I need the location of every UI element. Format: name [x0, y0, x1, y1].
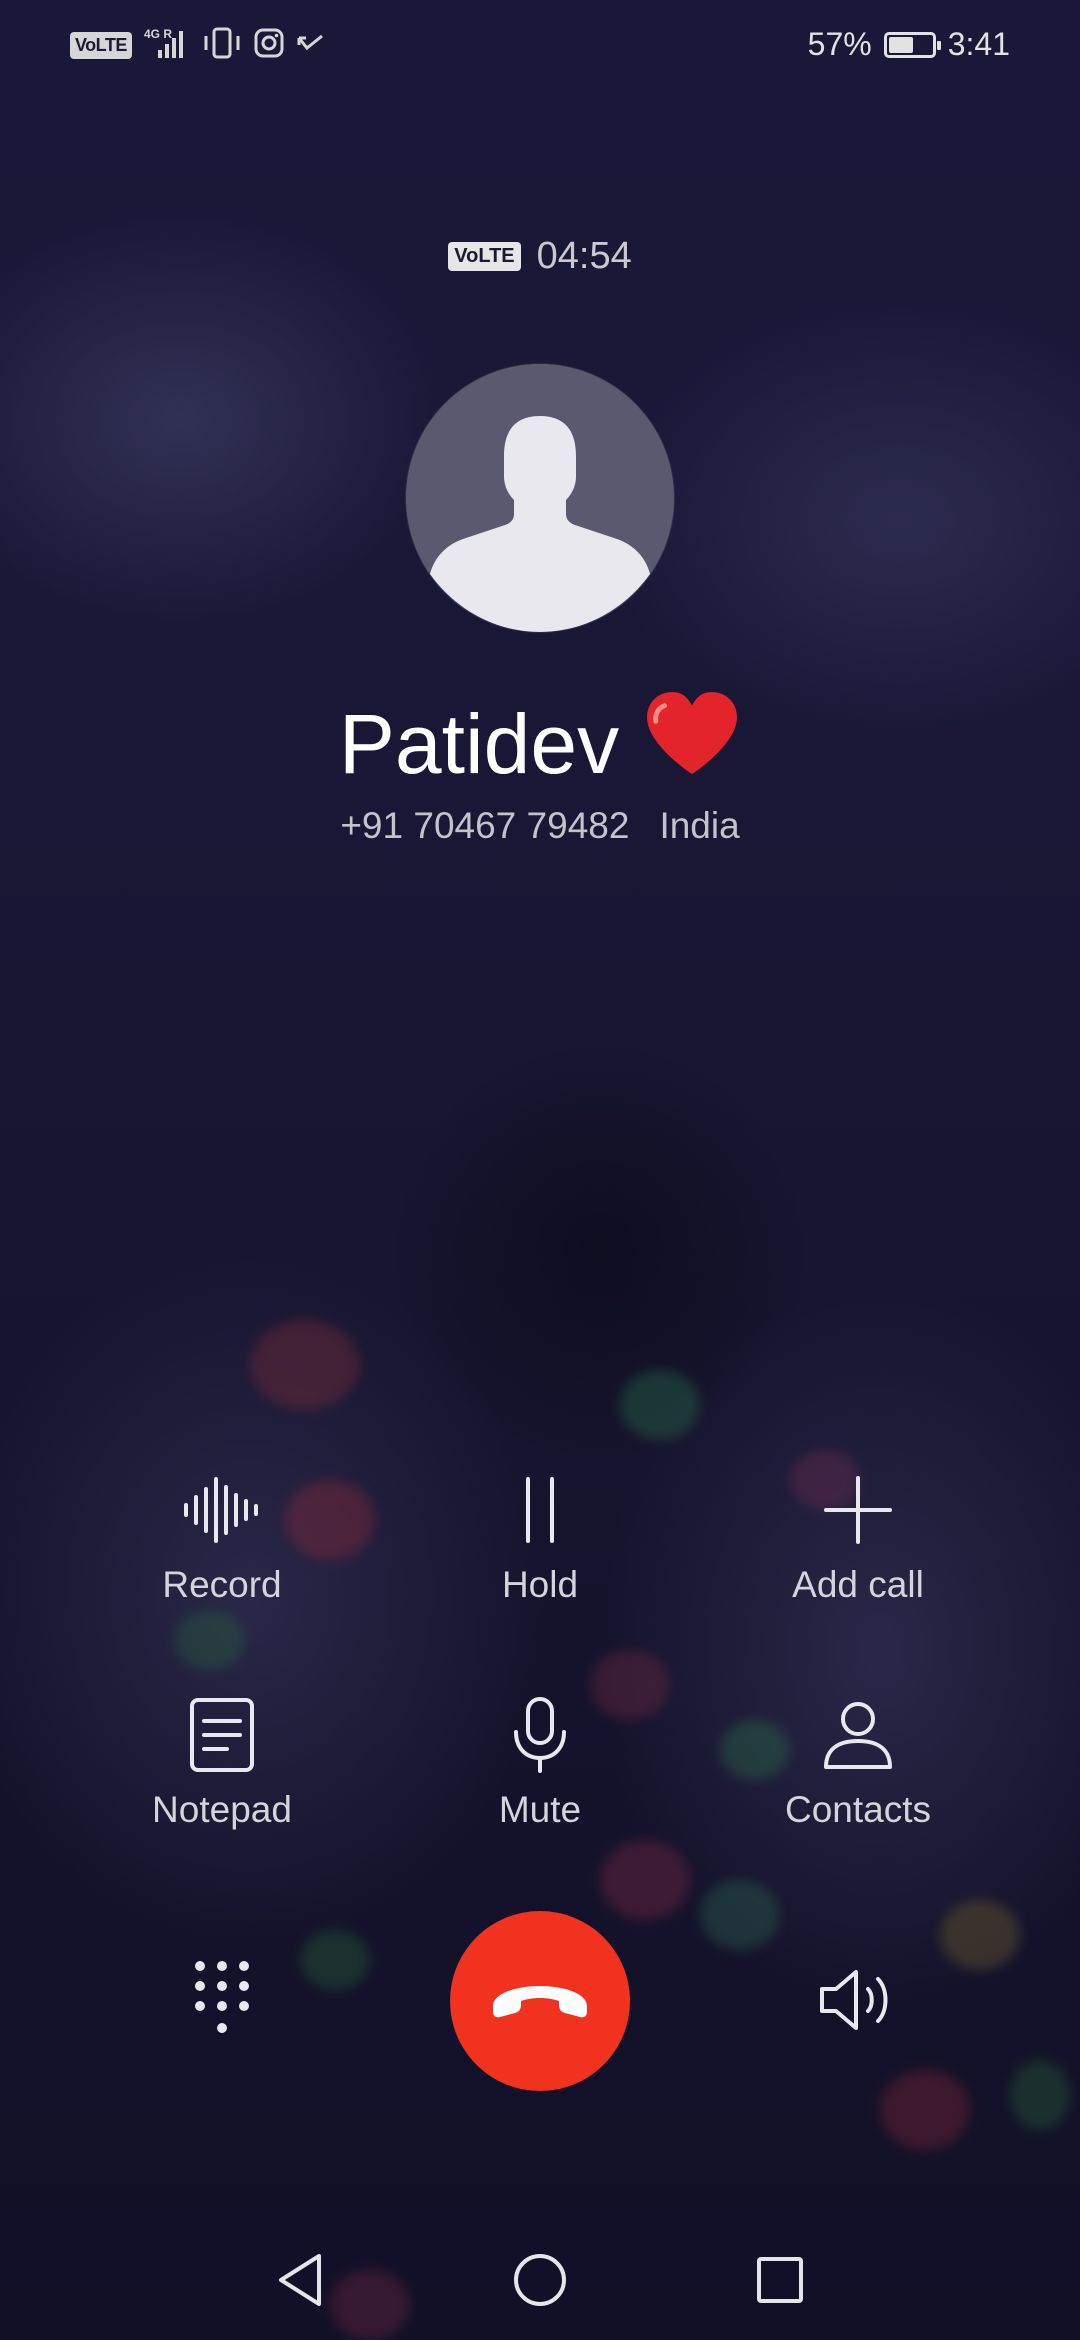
contact-name: Patidev	[338, 696, 620, 791]
call-duration: 04:54	[536, 235, 632, 277]
svg-text:4G R: 4G R	[144, 27, 172, 41]
call-location: India	[659, 805, 740, 846]
mute-button[interactable]: Mute	[390, 1695, 690, 1845]
nav-recents-button[interactable]	[740, 2240, 820, 2320]
dialpad-icon	[195, 1961, 249, 2033]
back-triangle-icon	[279, 2254, 321, 2306]
status-bar: VoLTE 4G R 57% 3:41	[0, 0, 1080, 90]
contact-avatar	[406, 364, 674, 632]
home-circle-icon	[514, 2254, 566, 2306]
background-bokeh	[700, 1880, 780, 1950]
contact-name-row: Patidev	[0, 690, 1080, 798]
background-bokeh	[300, 1930, 370, 1990]
volte-icon: VoLTE	[70, 32, 132, 59]
status-left-group: VoLTE 4G R	[70, 26, 326, 65]
background-bokeh	[620, 1370, 700, 1440]
microphone-icon	[500, 1695, 580, 1775]
battery-level	[888, 36, 913, 53]
person-icon	[818, 1695, 898, 1775]
status-right-group: 57% 3:41	[808, 26, 1010, 63]
call-volte-badge: VoLTE	[448, 242, 521, 271]
phone-number: +91 70467 79482	[340, 805, 630, 846]
background-bokeh	[600, 1840, 690, 1920]
instagram-icon	[254, 28, 284, 63]
hang-up-icon	[493, 1986, 587, 2018]
signal-icon: 4G R	[144, 26, 190, 65]
vibrate-icon	[202, 26, 242, 65]
call-meta: VoLTE 04:54	[0, 235, 1080, 278]
recents-square-icon	[757, 2257, 803, 2303]
contacts-label: Contacts	[784, 1789, 931, 1830]
default-person-icon	[406, 364, 674, 632]
notepad-icon	[182, 1695, 262, 1775]
battery-percent: 57%	[807, 26, 872, 62]
record-button[interactable]: Record	[72, 1470, 372, 1620]
nav-back-button[interactable]	[260, 2240, 340, 2320]
add-call-label: Add call	[792, 1564, 924, 1605]
notepad-label: Notepad	[152, 1789, 292, 1830]
missed-call-icon	[296, 28, 326, 63]
end-call-button[interactable]	[450, 1911, 630, 2091]
mute-label: Mute	[498, 1789, 582, 1830]
battery-icon	[883, 31, 941, 58]
contacts-button[interactable]: Contacts	[708, 1695, 1008, 1845]
speaker-icon	[820, 1970, 888, 2030]
background-bokeh	[880, 2070, 970, 2150]
hold-button[interactable]: Hold	[390, 1470, 690, 1620]
plus-icon	[818, 1470, 898, 1550]
clock: 3:41	[947, 26, 1010, 62]
background-bokeh	[1010, 2060, 1070, 2130]
hold-label: Hold	[501, 1564, 579, 1605]
background-bokeh	[250, 1320, 360, 1410]
notepad-button[interactable]: Notepad	[72, 1695, 372, 1845]
background-bokeh	[940, 1900, 1020, 1970]
speaker-button[interactable]	[808, 1950, 908, 2050]
in-call-screen: VoLTE 4G R 57% 3:41 VoLTE 04:54 Patidev …	[0, 0, 1080, 2340]
heart-emoji-icon	[643, 690, 741, 798]
nav-home-button[interactable]	[500, 2240, 580, 2320]
contact-subtitle: +91 70467 79482 India	[0, 805, 1080, 847]
dialpad-button[interactable]	[172, 1950, 272, 2050]
waveform-icon	[182, 1470, 262, 1550]
pause-icon	[500, 1470, 580, 1550]
record-label: Record	[162, 1564, 282, 1605]
add-call-button[interactable]: Add call	[708, 1470, 1008, 1620]
background-bokeh	[330, 2270, 410, 2340]
